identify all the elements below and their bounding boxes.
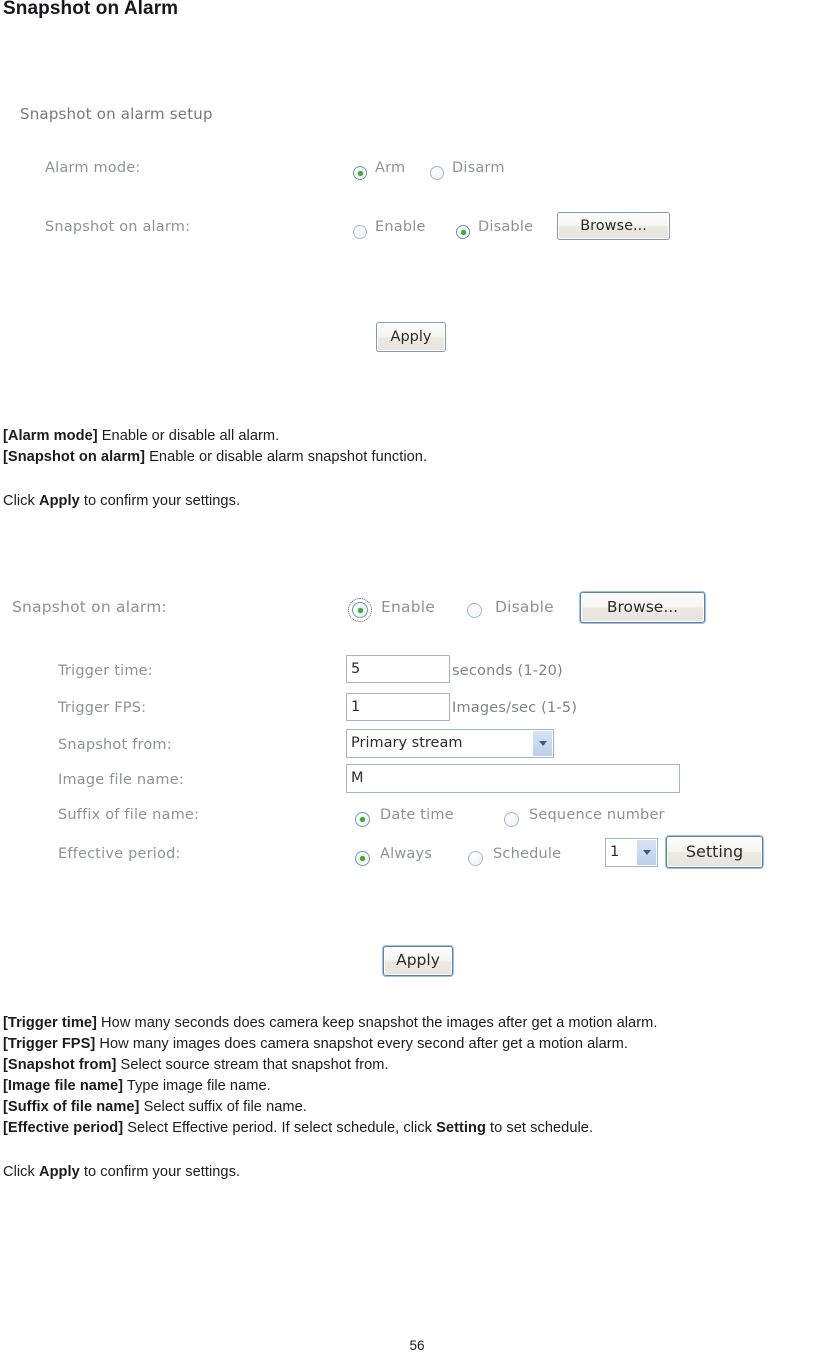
description-trigger-fps: [Trigger FPS] How many images does camer… [3,1036,628,1052]
click-suffix-2: to confirm your settings. [79,1164,241,1180]
figure1-section-title: Snapshot on alarm setup [20,105,213,123]
click-prefix-2: Click [3,1164,39,1180]
effective-period-always-label: Always [380,846,433,862]
alarm-mode-arm-radio[interactable] [353,166,367,180]
description-trigger-time-text: How many seconds does camera keep snapsh… [96,1015,658,1031]
click-apply-term-2: Apply [38,1164,80,1180]
description-alarm-mode-term: [Alarm mode] [3,428,98,444]
schedule-number-select[interactable]: 1 [605,838,658,867]
figure2-disable-radio[interactable] [467,603,482,618]
click-apply-term: Apply [38,493,80,509]
figure2-snapshot-on-alarm-label: Snapshot on alarm: [12,598,167,616]
description-effective-period-emphasis: Setting [436,1120,486,1136]
description-snapshot-on-alarm-term: [Snapshot on alarm] [3,449,146,465]
setting-button[interactable]: Setting [666,836,763,868]
description-suffix-of-file-name-term: [Suffix of file name] [3,1099,140,1115]
trigger-time-unit: seconds (1-20) [452,663,563,679]
figure2-browse-button[interactable]: Browse... [580,592,705,623]
alarm-mode-arm-label: Arm [375,160,406,176]
snapshot-on-alarm-disable-radio[interactable] [456,225,470,239]
image-file-name-input[interactable]: M [346,764,680,793]
description-snapshot-on-alarm-text: Enable or disable alarm snapshot functio… [145,449,428,465]
description-suffix-of-file-name: [Suffix of file name] Select suffix of f… [3,1099,307,1115]
alarm-mode-disarm-radio[interactable] [430,166,444,180]
description-one-click-apply: Click Apply to confirm your settings. [3,493,240,509]
effective-period-label: Effective period: [58,846,181,862]
effective-period-schedule-radio[interactable] [468,851,483,866]
page-title: Snapshot on Alarm [3,0,179,19]
effective-period-always-radio[interactable] [355,851,370,866]
snapshot-from-value: Primary stream [351,735,463,752]
alarm-mode-label: Alarm mode: [45,160,141,176]
trigger-time-input[interactable]: 5 [346,655,450,683]
alarm-mode-disarm-label: Disarm [452,160,505,176]
suffix-sequence-number-radio[interactable] [504,812,519,827]
trigger-fps-input[interactable]: 1 [346,693,450,721]
page-number: 56 [409,1338,425,1353]
chevron-down-icon-schedule[interactable] [637,840,656,865]
apply-button[interactable]: Apply [376,322,446,352]
figure2-enable-radio[interactable] [348,598,372,622]
snapshot-on-alarm-setup-figure: Snapshot on alarm setup Alarm mode: Arm … [0,95,720,380]
snapshot-from-select[interactable]: Primary stream [346,729,554,758]
description-alarm-mode-text: Enable or disable all alarm. [97,428,280,444]
suffix-sequence-number-label: Sequence number [529,807,665,823]
description-effective-period-text-before: Select Effective period. If select sched… [123,1120,437,1136]
figure2-enable-label: Enable [381,598,435,616]
description-snapshot-from-text: Select source stream that snapshot from. [116,1057,389,1073]
snapshot-on-alarm-expanded-figure: Snapshot on alarm: Enable Disable Browse… [0,585,800,985]
description-effective-period: [Effective period] Select Effective peri… [3,1120,593,1136]
figure2-apply-button[interactable]: Apply [383,946,453,976]
snapshot-on-alarm-label: Snapshot on alarm: [45,219,191,235]
click-prefix: Click [3,493,39,509]
snapshot-on-alarm-enable-radio[interactable] [353,225,367,239]
suffix-of-file-name-label: Suffix of file name: [58,807,200,823]
description-snapshot-on-alarm: [Snapshot on alarm] Enable or disable al… [3,449,427,465]
click-suffix: to confirm your settings. [79,493,241,509]
description-two-click-apply: Click Apply to confirm your settings. [3,1164,240,1180]
description-snapshot-from-term: [Snapshot from] [3,1057,117,1073]
snapshot-from-label: Snapshot from: [58,737,172,753]
description-snapshot-from: [Snapshot from] Select source stream tha… [3,1057,389,1073]
description-effective-period-text-after: to set schedule. [485,1120,594,1136]
description-trigger-time-term: [Trigger time] [3,1015,97,1031]
suffix-date-time-radio[interactable] [355,812,370,827]
description-alarm-mode: [Alarm mode] Enable or disable all alarm… [3,428,279,444]
schedule-number-value: 1 [610,844,620,861]
suffix-date-time-label: Date time [380,807,454,823]
snapshot-on-alarm-disable-label: Disable [478,219,534,235]
description-image-file-name-term: [Image file name] [3,1078,124,1094]
effective-period-schedule-label: Schedule [493,846,562,862]
description-trigger-fps-term: [Trigger FPS] [3,1036,96,1052]
figure2-disable-label: Disable [495,598,554,616]
trigger-fps-label: Trigger FPS: [58,700,147,716]
description-suffix-of-file-name-text: Select suffix of file name. [139,1099,307,1115]
image-file-name-label: Image file name: [58,772,184,788]
description-trigger-fps-text: How many images does camera snapshot eve… [95,1036,628,1052]
description-trigger-time: [Trigger time] How many seconds does cam… [3,1015,657,1031]
snapshot-on-alarm-enable-label: Enable [375,219,426,235]
chevron-down-icon[interactable] [533,731,552,756]
trigger-fps-unit: Images/sec (1-5) [452,700,578,716]
browse-button[interactable]: Browse... [557,212,670,240]
description-effective-period-term: [Effective period] [3,1120,124,1136]
description-image-file-name: [Image file name] Type image file name. [3,1078,271,1094]
trigger-time-label: Trigger time: [58,663,153,679]
description-image-file-name-text: Type image file name. [123,1078,271,1094]
